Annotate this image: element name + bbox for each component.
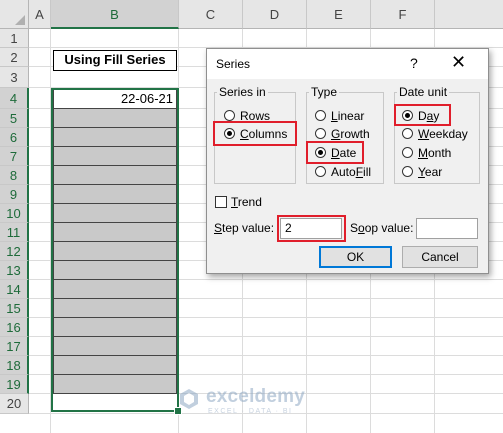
row-header-19[interactable]: 19 <box>0 375 29 394</box>
trend-label: Trend <box>231 195 262 209</box>
day-label: Day <box>418 109 440 123</box>
type-label: Type <box>309 85 340 99</box>
selected-cell[interactable] <box>53 242 177 261</box>
selected-cell[interactable] <box>53 109 177 128</box>
growth-label: Growth <box>331 127 370 141</box>
selected-cell[interactable] <box>53 280 177 299</box>
columns-label: Columns <box>240 127 288 141</box>
linear-radio-button[interactable] <box>315 110 326 121</box>
date-radio[interactable]: Date <box>315 146 383 162</box>
row-header-11[interactable]: 11 <box>0 223 29 242</box>
row-header-3[interactable]: 3 <box>0 67 29 88</box>
selected-cell[interactable] <box>53 318 177 337</box>
row-header-1[interactable]: 1 <box>0 29 29 48</box>
row-header-9[interactable]: 9 <box>0 185 29 204</box>
watermark-tagline: EXCEL · DATA · BI <box>208 408 293 415</box>
column-header-g[interactable] <box>435 0 503 29</box>
select-all-corner[interactable] <box>0 0 29 29</box>
linear-radio[interactable]: Linear <box>315 109 383 125</box>
selected-cell[interactable] <box>53 147 177 166</box>
selected-cell[interactable] <box>53 128 177 147</box>
growth-radio-button[interactable] <box>315 128 326 139</box>
series-in-label: Series in <box>217 85 268 99</box>
weekday-radio[interactable]: Weekday <box>402 127 478 143</box>
grid-line <box>50 29 51 433</box>
column-header-e[interactable]: E <box>307 0 371 29</box>
trend-checkbox[interactable] <box>215 196 227 208</box>
weekday-label: Weekday <box>418 127 468 141</box>
row-header-12[interactable]: 12 <box>0 242 29 261</box>
stop-value-input[interactable] <box>416 218 478 239</box>
column-header-d[interactable]: D <box>243 0 307 29</box>
selected-cell[interactable] <box>53 166 177 185</box>
row-header-4[interactable]: 4 <box>0 88 29 109</box>
date-label: Date <box>331 146 357 160</box>
day-radio[interactable]: Day <box>402 109 478 125</box>
growth-radio[interactable]: Growth <box>315 127 383 143</box>
column-header-a[interactable]: A <box>29 0 51 29</box>
selected-cell[interactable] <box>53 375 177 394</box>
help-icon[interactable]: ? <box>410 55 418 71</box>
exceldemy-watermark: exceldemy EXCEL · DATA · BI <box>178 386 328 420</box>
step-value-input[interactable]: 2 <box>280 218 342 239</box>
weekday-radio-button[interactable] <box>402 128 413 139</box>
selected-cell[interactable] <box>53 299 177 318</box>
row-header-13[interactable]: 13 <box>0 261 29 280</box>
column-header-c[interactable]: C <box>179 0 243 29</box>
row-header-17[interactable]: 17 <box>0 337 29 356</box>
columns-radio-button[interactable] <box>224 128 235 139</box>
row-header-16[interactable]: 16 <box>0 318 29 337</box>
autofill-radio-button[interactable] <box>315 166 326 177</box>
watermark-name: exceldemy <box>206 386 305 407</box>
date-unit-label: Date unit <box>397 85 450 99</box>
year-radio-button[interactable] <box>402 166 413 177</box>
row-header-10[interactable]: 10 <box>0 204 29 223</box>
month-label: Month <box>418 146 452 160</box>
row-header-15[interactable]: 15 <box>0 299 29 318</box>
title-cell[interactable]: Using Fill Series <box>53 50 177 71</box>
cancel-button[interactable]: Cancel <box>402 246 478 268</box>
year-label: Year <box>418 165 443 179</box>
close-icon[interactable]: ✕ <box>451 53 466 71</box>
row-header-8[interactable]: 8 <box>0 166 29 185</box>
selected-cell[interactable] <box>53 337 177 356</box>
day-radio-button[interactable] <box>402 110 413 121</box>
rows-radio-button[interactable] <box>224 110 235 121</box>
exceldemy-logo-icon <box>180 389 198 409</box>
autofill-radio[interactable]: AutoFill <box>315 165 383 181</box>
dialog-title: Series <box>216 57 251 71</box>
selected-cell[interactable] <box>53 185 177 204</box>
row-header-18[interactable]: 18 <box>0 356 29 375</box>
row-header-7[interactable]: 7 <box>0 147 29 166</box>
date-radio-button[interactable] <box>315 147 326 158</box>
dialog-titlebar[interactable]: Series ? ✕ <box>207 49 488 79</box>
rows-label: Rows <box>240 109 271 123</box>
row-header-5[interactable]: 5 <box>0 109 29 128</box>
columns-radio[interactable]: Columns <box>224 127 294 143</box>
year-radio[interactable]: Year <box>402 165 478 181</box>
selected-cell[interactable] <box>53 356 177 375</box>
series-dialog: Series ? ✕ Series in Rows Columns Type L… <box>206 48 489 274</box>
rows-radio[interactable]: Rows <box>224 109 294 125</box>
month-radio-button[interactable] <box>402 147 413 158</box>
selected-cell[interactable] <box>53 223 177 242</box>
column-header-f[interactable]: F <box>371 0 435 29</box>
linear-label: Linear <box>331 109 365 123</box>
row-header-6[interactable]: 6 <box>0 128 29 147</box>
row-header-14[interactable]: 14 <box>0 280 29 299</box>
autofill-label: AutoFill <box>331 165 372 179</box>
month-radio[interactable]: Month <box>402 146 478 162</box>
ok-button[interactable]: OK <box>319 246 392 268</box>
column-header-b[interactable]: B <box>51 0 179 29</box>
row-header-20[interactable]: 20 <box>0 394 29 414</box>
selected-cell[interactable] <box>53 204 177 223</box>
grid-line <box>178 29 179 433</box>
start-date-cell[interactable]: 22-06-21 <box>53 88 177 109</box>
row-header-2[interactable]: 2 <box>0 48 29 67</box>
stop-value-label: Soop value: <box>350 221 414 235</box>
step-value-label: Step value: <box>214 221 275 235</box>
selected-cell[interactable] <box>53 261 177 280</box>
